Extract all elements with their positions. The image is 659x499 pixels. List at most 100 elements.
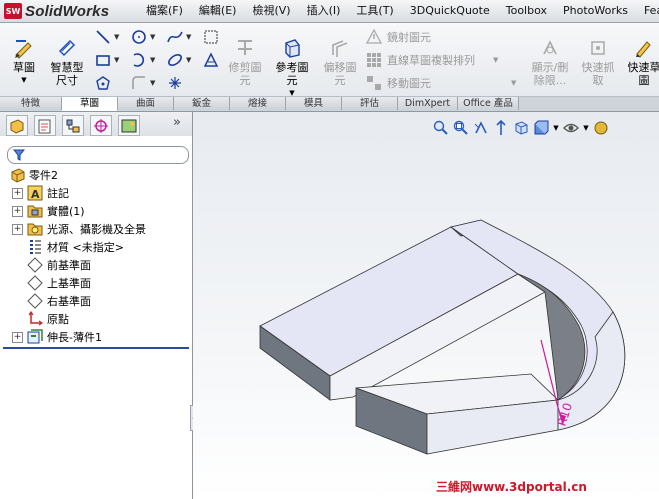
fillet-dropdown-icon[interactable]: ▼ (150, 79, 155, 87)
menu-insert[interactable]: 插入(I) (299, 0, 349, 22)
expand-icon[interactable]: + (12, 206, 23, 217)
tab-office-products[interactable]: Office 產品 (458, 97, 519, 110)
smart-dimension-label-2: 尺寸 (56, 74, 78, 87)
configuration-icon (66, 119, 80, 132)
graphics-area[interactable]: ▼ ▼ R10 (193, 112, 659, 499)
annotation-icon: A (27, 185, 43, 201)
circle-icon[interactable] (131, 29, 147, 45)
part-model-view[interactable]: R10 (193, 112, 659, 499)
pattern-grid-icon (367, 53, 381, 67)
point-icon[interactable] (167, 75, 183, 91)
arc-dropdown-icon[interactable]: ▼ (150, 56, 155, 64)
expand-icon[interactable]: + (12, 332, 23, 343)
tab-weldments[interactable]: 熔接 (230, 97, 286, 110)
convert-entities-button[interactable]: 參考圖 元 ▼ (274, 37, 310, 100)
menu-file[interactable]: 檔案(F) (140, 0, 191, 22)
circle-dropdown-icon[interactable]: ▼ (150, 33, 155, 41)
menu-toolbox[interactable]: Toolbox (498, 0, 555, 22)
display-manager-tab[interactable] (118, 115, 140, 136)
property-icon (38, 119, 51, 133)
tab-dimxpert[interactable]: DimXpert (398, 97, 458, 110)
convert-label-1: 參考圖 (275, 61, 309, 74)
tree-item-label: 材質 <未指定> (47, 241, 124, 254)
line-dropdown-icon[interactable]: ▼ (114, 33, 119, 41)
watermark-text: 三維网www.3dportal.cn (436, 480, 587, 494)
move-dropdown-icon[interactable]: ▼ (511, 79, 516, 87)
origin-icon (28, 311, 43, 326)
expand-icon[interactable]: + (12, 224, 23, 235)
mirror-entities-button[interactable]: 鏡射圖元 (366, 29, 431, 45)
expand-icon[interactable]: + (12, 188, 23, 199)
solidworks-logo[interactable]: SW SolidWorks (4, 1, 109, 21)
convert-label-2: 元 (286, 74, 298, 87)
tab-features[interactable]: 特徵 (0, 97, 62, 110)
quick-snaps-label-1: 快速抓 (581, 61, 615, 74)
ellipse-icon[interactable] (167, 52, 183, 68)
trim-entities-button[interactable]: 修剪圖 元 (228, 37, 262, 87)
grid-icon[interactable] (203, 29, 219, 45)
tree-item-label: 原點 (47, 313, 69, 326)
display-icon (121, 119, 137, 132)
tab-mold-tools[interactable]: 模具 (286, 97, 342, 110)
tab-sketch[interactable]: 草圖 (62, 97, 118, 111)
rollback-bar[interactable] (3, 347, 189, 349)
polygon-icon[interactable] (95, 75, 111, 91)
trim-label-2: 元 (239, 74, 251, 87)
tab-sheet-metal[interactable]: 鈑金 (174, 97, 230, 110)
relations-icon (543, 40, 557, 55)
ellipse-dropdown-icon[interactable]: ▼ (186, 56, 191, 64)
chevron-down-icon[interactable]: ▼ (8, 74, 40, 87)
filter-icon (13, 149, 25, 161)
text-icon[interactable] (203, 52, 219, 68)
part-icon (11, 168, 25, 183)
tree-item-label: 註記 (47, 187, 69, 200)
rectangle-dropdown-icon[interactable]: ▼ (114, 56, 119, 64)
feature-manager: » 零件2 + A 註記 + 實體(1) + 光源、攝影機及全景 材質 <未指定… (0, 112, 193, 499)
quick-snaps-button[interactable]: 快速抓 取 (578, 37, 618, 87)
rapid-sketch-icon (636, 41, 651, 58)
fillet-icon[interactable] (131, 75, 147, 91)
tab-surfaces[interactable]: 曲面 (118, 97, 174, 110)
offset-label-1: 偏移圖 (323, 61, 357, 74)
sketch-button[interactable]: 草圖 ▼ (8, 37, 40, 87)
menu-features[interactable]: Featur (636, 0, 659, 22)
spline-icon[interactable] (167, 29, 183, 45)
tab-evaluate[interactable]: 評估 (342, 97, 398, 110)
propertymanager-tab[interactable] (34, 115, 56, 136)
crosshair-icon (94, 118, 108, 133)
rectangle-icon[interactable] (95, 52, 111, 68)
solid-bodies-folder-icon (27, 205, 43, 218)
smart-dimension-button[interactable]: 智慧型 尺寸 (46, 37, 88, 87)
linear-pattern-label: 直線草圖複製排列 (387, 54, 475, 67)
logo-badge: SW (4, 3, 22, 19)
spline-dropdown-icon[interactable]: ▼ (186, 33, 191, 41)
plane-icon (27, 257, 43, 273)
menu-tools[interactable]: 工具(T) (348, 0, 401, 22)
offset-icon (332, 40, 348, 57)
pattern-dropdown-icon[interactable]: ▼ (493, 56, 498, 64)
sketch-pencil-icon (15, 40, 32, 59)
menu-edit[interactable]: 編輯(E) (191, 0, 245, 22)
configurationmanager-tab[interactable] (62, 115, 84, 136)
featuremanager-tab[interactable] (6, 115, 28, 136)
menu-photoworks[interactable]: PhotoWorks (555, 0, 636, 22)
dimxpert-tab[interactable] (90, 115, 112, 136)
display-delete-relations-button[interactable]: 顯示/刪 除限... (528, 37, 572, 87)
extrude-icon (27, 329, 43, 344)
feature-manager-toolbar: » (0, 112, 192, 136)
dimension-icon (58, 39, 76, 57)
arc-icon[interactable] (131, 52, 147, 68)
linear-pattern-button[interactable]: 直線草圖複製排列 ▼ (366, 52, 498, 68)
offset-label-2: 元 (334, 74, 346, 87)
menu-view[interactable]: 檢視(V) (244, 0, 298, 22)
tree-item-label: 前基準面 (47, 259, 91, 272)
menu-3dquickquote[interactable]: 3DQuickQuote (402, 0, 498, 22)
move-entities-button[interactable]: 移動圖元 ▼ (366, 75, 516, 91)
material-icon (30, 240, 41, 254)
offset-entities-button[interactable]: 偏移圖 元 (322, 37, 358, 87)
more-tabs-icon[interactable]: » (173, 115, 181, 130)
sketch-label: 草圖 (13, 61, 35, 74)
line-icon[interactable] (95, 29, 111, 45)
rapid-sketch-button[interactable]: 快速草 圖 (624, 37, 659, 87)
tree-filter-input[interactable] (7, 146, 189, 164)
